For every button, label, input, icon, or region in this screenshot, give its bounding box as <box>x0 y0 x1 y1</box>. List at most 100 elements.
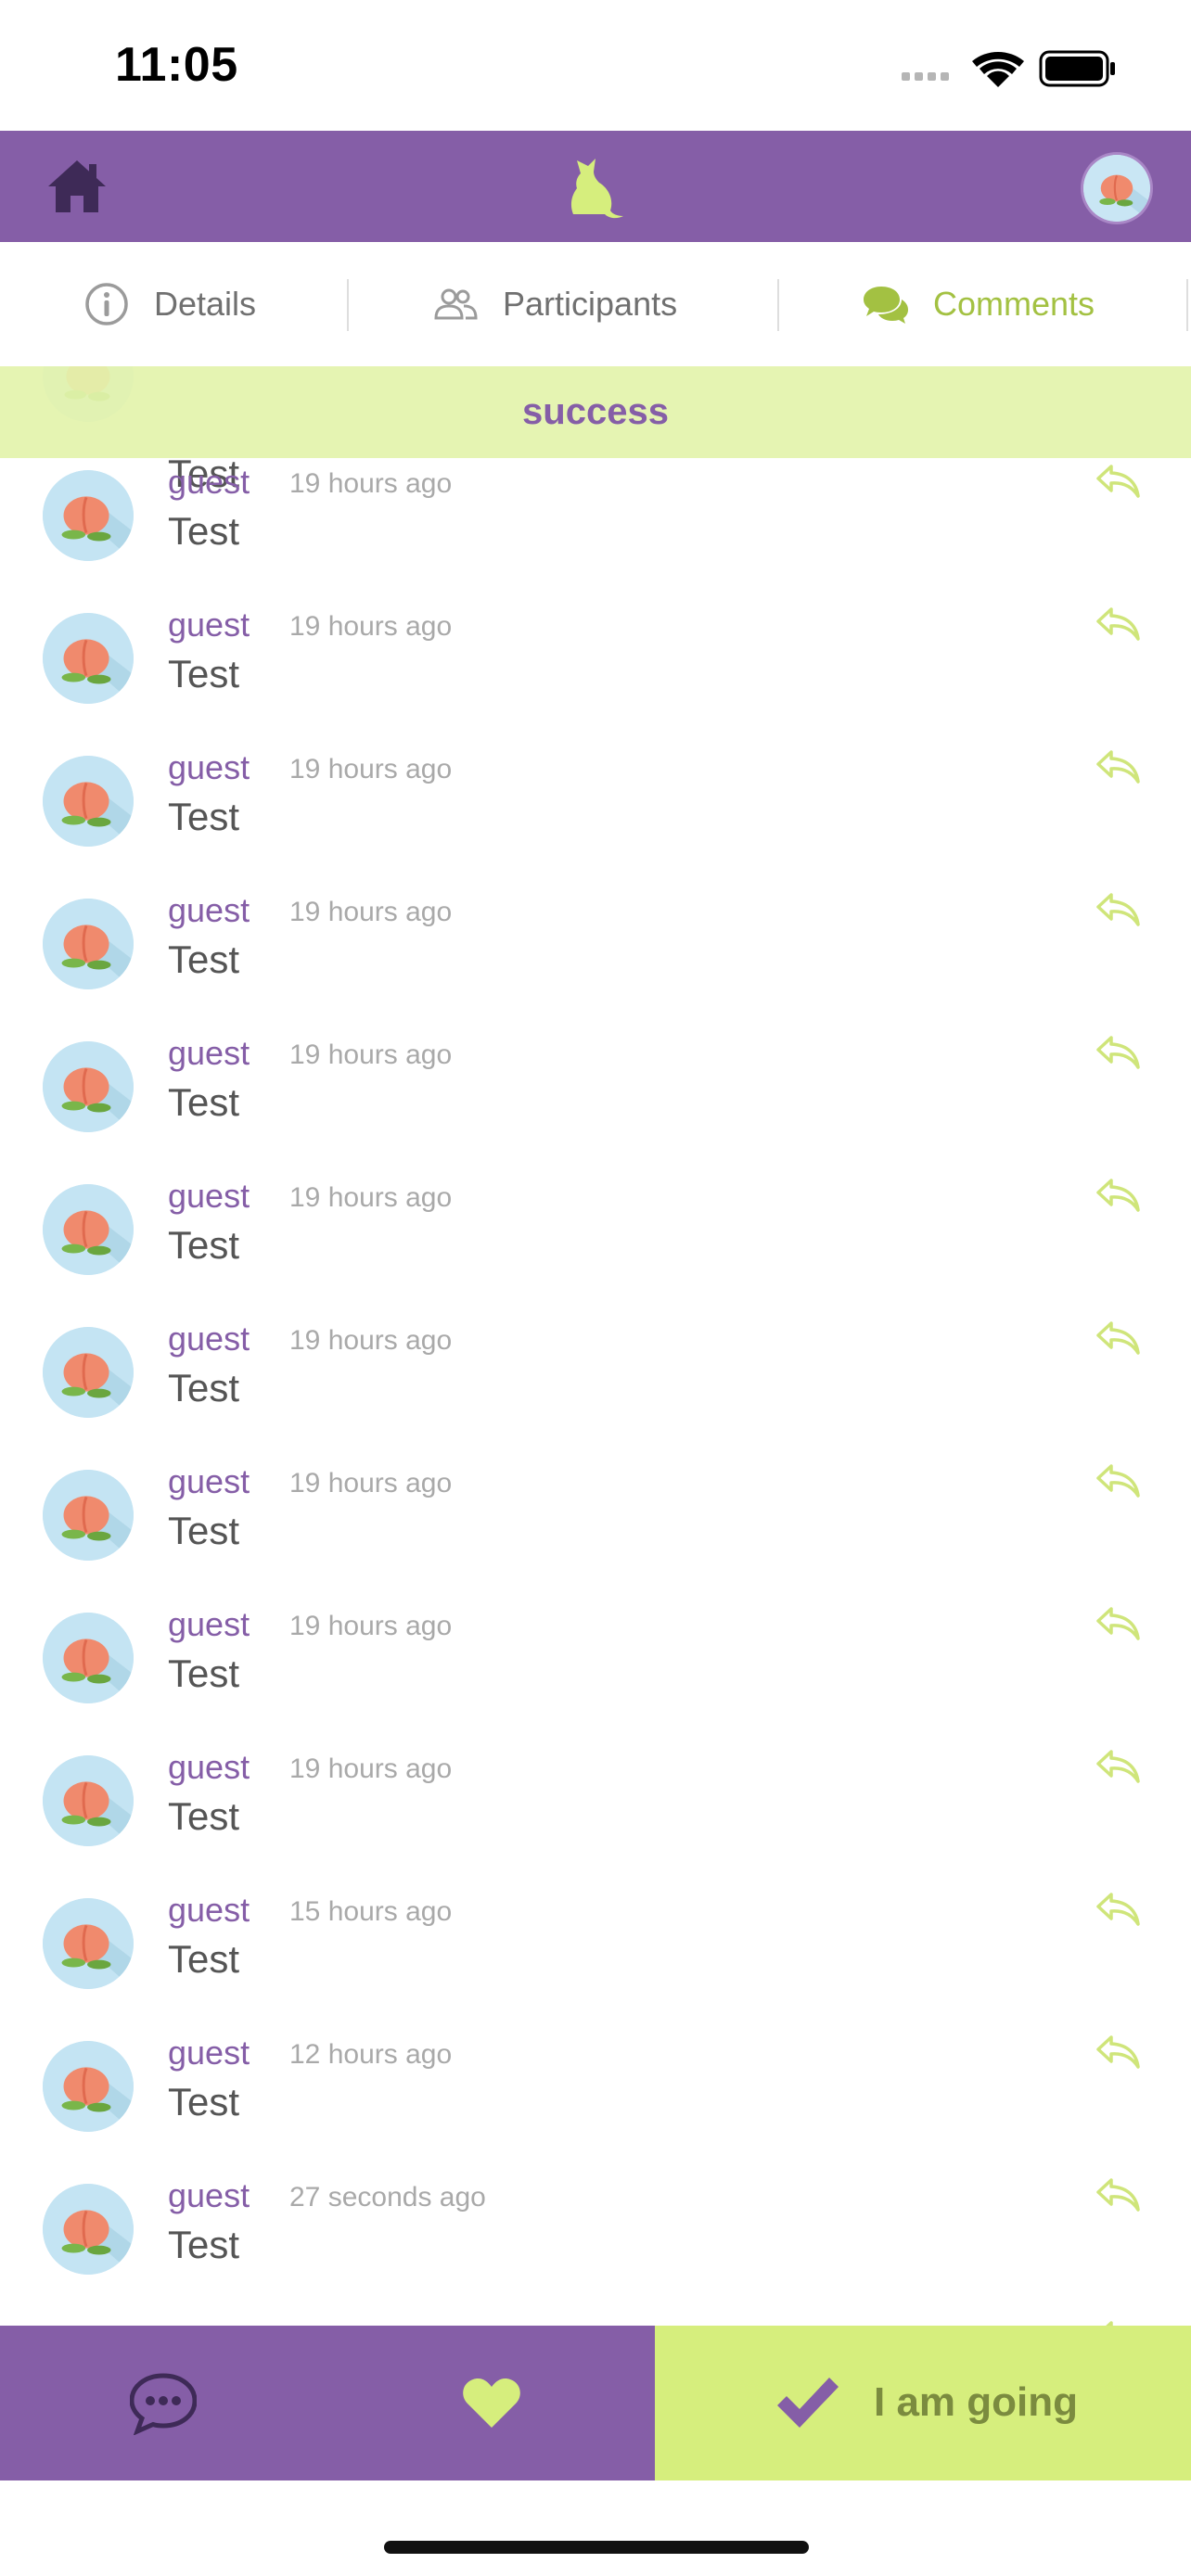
comment-author[interactable]: guest <box>168 1177 250 1216</box>
status-bar: 11:05 <box>0 0 1191 131</box>
tab-bar: Details Participants Comments <box>0 242 1191 366</box>
reply-icon[interactable] <box>1095 1891 1141 1928</box>
peach-avatar-icon <box>43 1184 134 1275</box>
comment-author[interactable]: guest <box>168 748 250 787</box>
reply-icon[interactable] <box>1095 1748 1141 1785</box>
info-icon <box>85 283 128 325</box>
comment-author[interactable]: guest <box>168 2034 250 2072</box>
comment-author[interactable]: guest <box>168 891 250 930</box>
app-header <box>0 131 1191 242</box>
peach-avatar-icon <box>43 1327 134 1418</box>
comment-author[interactable]: guest <box>168 1891 250 1930</box>
reply-icon[interactable] <box>1095 891 1141 928</box>
commenter-avatar[interactable] <box>43 899 134 989</box>
comment-timestamp: 19 hours ago <box>289 1325 453 1356</box>
tab-comments[interactable]: Comments <box>863 242 1095 366</box>
commenter-avatar[interactable] <box>43 613 134 704</box>
commenter-avatar[interactable] <box>43 1327 134 1418</box>
tab-details[interactable]: Details <box>83 242 256 366</box>
commenter-avatar[interactable] <box>43 1898 134 1989</box>
i-am-going-button[interactable]: I am going <box>655 2326 1191 2480</box>
comment-item: guest 19 hours ago Test <box>0 1173 1191 1316</box>
peach-avatar-icon <box>43 2041 134 2132</box>
battery-icon <box>1039 50 1115 87</box>
reply-icon[interactable] <box>1095 2319 1141 2326</box>
commenter-avatar[interactable] <box>43 1184 134 1275</box>
reply-icon[interactable] <box>1095 1462 1141 1499</box>
i-am-going-label: I am going <box>874 2379 1078 2425</box>
toast-text: success <box>522 391 669 432</box>
wifi-icon <box>972 51 1024 87</box>
comment-text: Test <box>168 509 240 553</box>
status-time: 11:05 <box>115 38 238 92</box>
reply-icon[interactable] <box>1095 606 1141 643</box>
comment-text: Test <box>168 2223 240 2266</box>
comment-author[interactable]: guest <box>168 1748 250 1787</box>
comment-author[interactable]: guest <box>168 1034 250 1073</box>
commenter-avatar[interactable] <box>43 1613 134 1703</box>
peach-avatar-icon <box>43 1041 134 1132</box>
tab-divider <box>777 279 779 331</box>
comment-author[interactable]: guest <box>168 1605 250 1644</box>
reply-icon[interactable] <box>1095 1605 1141 1642</box>
commenter-avatar[interactable] <box>43 1470 134 1561</box>
reply-icon[interactable] <box>1095 748 1141 785</box>
commenter-avatar[interactable] <box>43 1755 134 1846</box>
reply-icon[interactable] <box>1095 1177 1141 1214</box>
peach-avatar-icon <box>1083 155 1150 222</box>
comment-timestamp: 19 hours ago <box>289 754 453 784</box>
comment-item: guest 19 hours ago Test <box>0 1601 1191 1744</box>
comment-item: guest 12 hours ago Test <box>0 2030 1191 2173</box>
bottom-action-bar: I am going <box>0 2326 1191 2480</box>
commenter-avatar[interactable] <box>43 2041 134 2132</box>
reply-icon[interactable] <box>1095 2034 1141 2071</box>
user-avatar[interactable] <box>1083 155 1150 222</box>
comment-timestamp: 15 hours ago <box>289 1896 453 1927</box>
reply-icon[interactable] <box>1095 1034 1141 1071</box>
comment-timestamp: 19 hours ago <box>289 897 453 927</box>
tab-details-label: Details <box>154 285 257 323</box>
bottom-bar-left <box>0 2326 655 2480</box>
comment-item: guest 19 hours ago Test <box>0 745 1191 887</box>
peach-avatar-icon <box>43 1470 134 1561</box>
comment-timestamp: 19 hours ago <box>289 1753 453 1784</box>
comments-list[interactable]: Test guest 19 hours ago Test guest 19 hours … <box>0 366 1191 2326</box>
commenter-avatar[interactable] <box>43 2184 134 2275</box>
comment-timestamp: 19 hours ago <box>289 1182 453 1213</box>
heart-icon[interactable] <box>462 2376 521 2429</box>
comment-item: guest 27 seconds ago Test <box>0 2173 1191 2315</box>
comment-text: Test <box>168 1937 240 1981</box>
comments-icon <box>864 287 908 324</box>
comment-text: Test <box>168 1223 240 1267</box>
comment-text: Test <box>168 795 240 838</box>
reply-icon[interactable] <box>1095 2176 1141 2213</box>
comment-item: guest 19 hours ago Test <box>0 1744 1191 1887</box>
tab-participants[interactable]: Participants <box>432 242 677 366</box>
comment-author[interactable]: guest <box>168 606 250 644</box>
comment-text: Test <box>168 1794 240 1838</box>
comment-author[interactable]: guest <box>168 1320 250 1358</box>
people-icon <box>434 288 478 320</box>
comment-item: guest 19 hours ago Test <box>0 1316 1191 1459</box>
comment-item-partial <box>0 2315 1191 2326</box>
tab-divider <box>1186 279 1188 331</box>
comment-author[interactable]: guest <box>168 1462 250 1501</box>
success-toast: success <box>0 366 1191 458</box>
reply-icon[interactable] <box>1095 1320 1141 1357</box>
checkmark-icon <box>777 2378 839 2428</box>
bottom-safe-area <box>0 2480 1191 2576</box>
comment-author[interactable]: guest <box>168 2176 250 2215</box>
comment-author[interactable]: guest <box>168 463 250 502</box>
commenter-avatar[interactable] <box>43 756 134 847</box>
peach-avatar-icon <box>43 1898 134 1989</box>
commenter-avatar[interactable] <box>43 470 134 561</box>
reply-icon[interactable] <box>1095 463 1141 500</box>
tab-participants-label: Participants <box>503 285 678 323</box>
peach-avatar-icon <box>43 2184 134 2275</box>
comment-text: Test <box>168 652 240 695</box>
chat-bubble-icon[interactable] <box>130 2372 197 2435</box>
commenter-avatar[interactable] <box>43 1041 134 1132</box>
home-icon[interactable] <box>46 157 108 216</box>
comment-timestamp: 12 hours ago <box>289 2039 453 2070</box>
comment-text: Test <box>168 1651 240 1695</box>
